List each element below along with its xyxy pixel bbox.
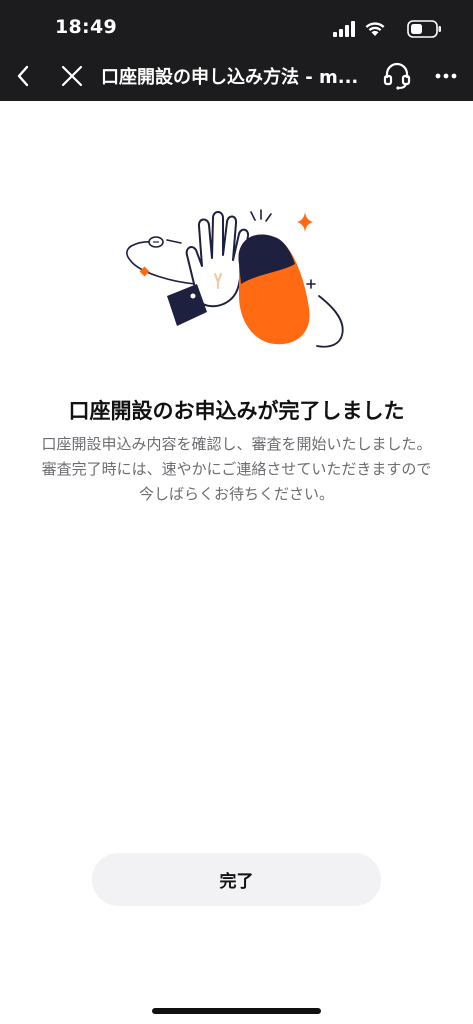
chevron-left-icon <box>17 65 29 87</box>
status-time: 18:49 <box>55 16 117 38</box>
message-line-2: 審査完了時には、速やかにご連絡させていただきますので <box>41 460 432 478</box>
completion-headline: 口座開設のお申込みが完了しました <box>68 399 405 423</box>
message-line-3: 今しばらくお待ちください。 <box>138 485 334 503</box>
close-icon <box>61 65 83 87</box>
close-button[interactable] <box>56 60 88 92</box>
more-button[interactable] <box>430 60 462 92</box>
top-bar: 18:49 口座開設の申し込み方法 - m... <box>0 0 473 101</box>
support-button[interactable] <box>382 60 412 92</box>
completion-message: 口座開設申込み内容を確認し、審査を開始いたしました。 審査完了時には、速やかにご… <box>14 432 459 507</box>
more-icon <box>435 73 457 79</box>
status-icons <box>333 17 443 41</box>
app-screen: 18:49 口座開設の申し込み方法 - m... 口座開設のお申込みが完了しまし… <box>0 0 473 1024</box>
high-five-illustration <box>126 209 344 348</box>
wifi-icon <box>365 22 385 36</box>
page-title: 口座開設の申し込み方法 - m... <box>101 67 359 88</box>
battery-icon <box>407 20 441 38</box>
back-button[interactable] <box>8 60 40 92</box>
cellular-signal-icon <box>333 21 355 37</box>
done-button[interactable]: 完了 <box>92 853 381 906</box>
headset-icon <box>383 62 411 90</box>
message-line-1: 口座開設申込み内容を確認し、審査を開始いたしました。 <box>41 435 432 453</box>
home-indicator[interactable] <box>152 1008 321 1014</box>
navigation-bar: 口座開設の申し込み方法 - m... <box>0 52 473 100</box>
